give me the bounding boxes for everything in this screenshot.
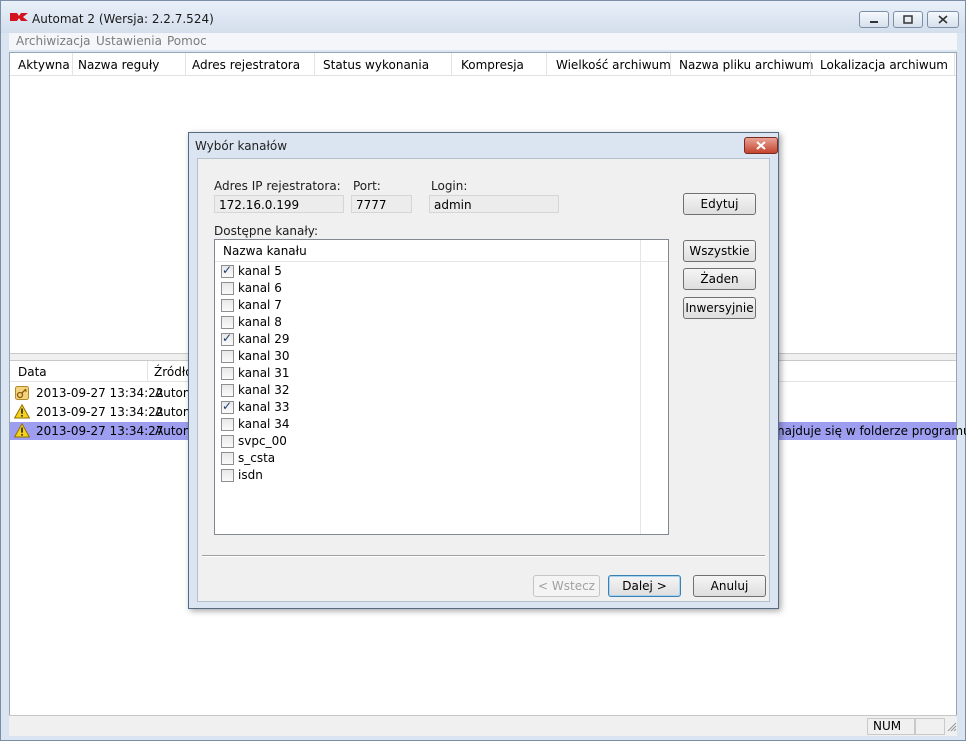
next-button[interactable]: Dalej > xyxy=(608,575,681,597)
status-num-pane: NUM xyxy=(867,718,915,735)
channel-selection-dialog: Wybór kanałów Adres IP rejestratora: 172… xyxy=(188,132,779,609)
resize-grip-icon[interactable] xyxy=(947,722,957,732)
channel-name: kanal 31 xyxy=(238,366,290,380)
status-bar: NUM xyxy=(9,715,957,736)
channel-name: kanal 33 xyxy=(238,400,290,414)
close-window-button[interactable] xyxy=(927,11,959,28)
rules-table-header: Aktywna Nazwa reguły Adres rejestratora … xyxy=(10,53,956,76)
dialog-body: Adres IP rejestratora: 172.16.0.199 Port… xyxy=(197,158,770,602)
col-kompresja[interactable]: Kompresja xyxy=(461,58,524,72)
dialog-title: Wybór kanałów xyxy=(195,139,288,153)
channel-name: s_csta xyxy=(238,451,276,465)
channels-label: Dostępne kanały: xyxy=(214,224,319,238)
channel-name: kanal 5 xyxy=(238,264,282,278)
channel-checkbox[interactable] xyxy=(221,399,234,414)
invert-selection-button[interactable]: Inwersyjnie xyxy=(683,297,756,319)
channel-name: svpc_00 xyxy=(238,434,287,448)
channel-checkbox[interactable] xyxy=(221,263,234,278)
warning-icon xyxy=(14,423,30,438)
port-field[interactable]: 7777 xyxy=(351,195,412,213)
title-bar[interactable]: Automat 2 (Wersja: 2.2.7.524) xyxy=(1,1,965,33)
channel-name: kanal 29 xyxy=(238,332,290,346)
channel-checkbox[interactable] xyxy=(221,418,234,431)
select-all-button[interactable]: Wszystkie xyxy=(683,240,756,262)
close-icon xyxy=(756,141,766,150)
channel-checkbox[interactable] xyxy=(221,350,234,363)
channel-name: kanal 30 xyxy=(238,349,290,363)
col-zrodlo[interactable]: Źródło xyxy=(154,365,193,379)
channel-checkbox[interactable] xyxy=(221,452,234,465)
channel-checkbox[interactable] xyxy=(221,316,234,329)
channels-list-header: Nazwa kanału xyxy=(215,240,668,262)
close-icon xyxy=(938,15,948,24)
col-status-wykonania[interactable]: Status wykonania xyxy=(323,58,429,72)
ip-field[interactable]: 172.16.0.199 xyxy=(214,195,344,213)
dialog-separator xyxy=(202,555,765,557)
col-adres-rejestratora[interactable]: Adres rejestratora xyxy=(192,58,300,72)
menu-bar: Archiwizacja Ustawienia Pomoc xyxy=(9,33,957,50)
log-date: 2013-09-27 13:34:22 xyxy=(36,405,164,419)
select-none-button[interactable]: Żaden xyxy=(683,268,756,290)
channel-checkbox[interactable] xyxy=(221,469,234,482)
log-date: 2013-09-27 13:34:22 xyxy=(36,386,164,400)
col-nazwa-kanalu[interactable]: Nazwa kanału xyxy=(223,244,307,258)
channel-name: kanal 6 xyxy=(238,281,282,295)
channel-name: kanal 8 xyxy=(238,315,282,329)
app-logo-icon xyxy=(10,13,28,21)
minimize-icon xyxy=(870,21,878,23)
cancel-button[interactable]: Anuluj xyxy=(693,575,766,597)
menu-ustawienia[interactable]: Ustawienia xyxy=(96,34,162,48)
key-icon xyxy=(15,386,29,400)
channel-checkbox[interactable] xyxy=(221,299,234,312)
channel-checkbox[interactable] xyxy=(221,384,234,397)
channel-checkbox[interactable] xyxy=(221,331,234,346)
col-wielkosc-archiwum[interactable]: Wielkość archiwum xyxy=(556,58,671,72)
channel-checkbox[interactable] xyxy=(221,367,234,380)
status-num: NUM xyxy=(873,719,902,733)
login-field[interactable]: admin xyxy=(429,195,559,213)
channel-name: kanal 7 xyxy=(238,298,282,312)
port-label: Port: xyxy=(353,179,381,193)
channels-list[interactable]: Nazwa kanału kanal 5 kanal 6 kanal 7 kanal … xyxy=(214,239,669,535)
col-nazwa-reguly[interactable]: Nazwa reguły xyxy=(78,58,159,72)
col-nazwa-pliku[interactable]: Nazwa pliku archiwum xyxy=(679,58,814,72)
warning-icon xyxy=(14,404,30,419)
channel-checkbox[interactable] xyxy=(221,282,234,295)
log-message: najduje się w folderze programu l xyxy=(777,424,966,438)
window-title: Automat 2 (Wersja: 2.2.7.524) xyxy=(32,12,214,26)
channel-name: isdn xyxy=(238,468,263,482)
login-label: Login: xyxy=(431,179,468,193)
status-pane-empty xyxy=(915,718,945,735)
menu-pomoc[interactable]: Pomoc xyxy=(167,34,207,48)
col-data[interactable]: Data xyxy=(18,365,47,379)
channel-name: kanal 32 xyxy=(238,383,290,397)
menu-archiwizacja[interactable]: Archiwizacja xyxy=(16,34,91,48)
dialog-close-button[interactable] xyxy=(744,137,778,154)
channel-checkbox[interactable] xyxy=(221,435,234,448)
col-aktywna[interactable]: Aktywna xyxy=(18,58,70,72)
back-button[interactable]: < Wstecz xyxy=(533,575,600,597)
restore-icon xyxy=(903,15,913,24)
edit-button[interactable]: Edytuj xyxy=(683,193,756,215)
col-lokalizacja[interactable]: Lokalizacja archiwum xyxy=(820,58,948,72)
channel-name: kanal 34 xyxy=(238,417,290,431)
minimize-button[interactable] xyxy=(859,11,889,28)
log-date: 2013-09-27 13:34:27 xyxy=(36,424,164,438)
maximize-button[interactable] xyxy=(893,11,923,28)
ip-label: Adres IP rejestratora: xyxy=(214,179,341,193)
